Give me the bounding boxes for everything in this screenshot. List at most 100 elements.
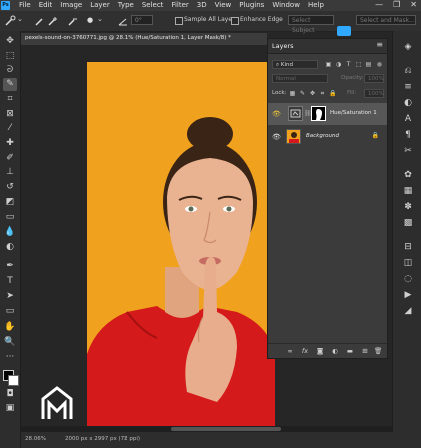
shape-filter-icon[interactable]: ⬚	[355, 61, 362, 68]
rectangle-tool-icon[interactable]: ▭	[3, 305, 17, 318]
fill-field[interactable]: 100%	[364, 89, 384, 98]
kind-filter-dropdown[interactable]: ⌕ Kind	[272, 60, 318, 69]
enhance-edge-checkbox[interactable]	[231, 17, 239, 25]
trash-icon[interactable]: 🗑	[374, 347, 382, 355]
adjustment-filter-icon[interactable]: ◑	[335, 61, 342, 68]
mask-icon[interactable]: ◙	[316, 347, 324, 355]
document-image[interactable]	[87, 62, 275, 428]
document-size[interactable]: 2000 px x 2997 px (72 ppi)	[65, 436, 140, 442]
layer-row-hue-saturation[interactable]: 👁 ⛓ Hue/Saturation 1	[268, 103, 387, 125]
actions-dock-icon[interactable]: ▶	[402, 289, 414, 301]
chevron-down-icon[interactable]: ⌄	[17, 15, 23, 23]
eraser-tool-icon[interactable]: ◩	[3, 196, 17, 209]
cloud-toggle-button[interactable]	[337, 26, 351, 36]
folder-icon[interactable]: ▬	[346, 347, 354, 355]
frame-tool-icon[interactable]: ⊠	[3, 108, 17, 121]
adjustments-dock-icon[interactable]: ◐	[402, 97, 414, 109]
menu-select[interactable]: Select	[142, 1, 164, 9]
layer-row-background[interactable]: 👁 Background 🔒	[268, 126, 387, 148]
menu-window[interactable]: Window	[272, 1, 300, 9]
channels-dock-icon[interactable]: ◫	[402, 257, 414, 269]
lock-image-icon[interactable]: ✎	[299, 90, 306, 97]
lock-all-icon[interactable]: 🔒	[329, 90, 336, 97]
menu-filter[interactable]: Filter	[171, 1, 188, 9]
screen-mode-icon[interactable]: ▣	[3, 402, 17, 415]
crop-tool-icon[interactable]: ⌗	[3, 93, 17, 106]
opacity-field[interactable]: 100%	[364, 74, 384, 83]
layer-name[interactable]: Hue/Saturation 1	[330, 110, 377, 116]
info-dock-icon[interactable]: ◢	[402, 305, 414, 317]
close-button[interactable]: ✕	[410, 0, 417, 9]
visibility-eye-icon[interactable]: 👁	[272, 133, 281, 141]
quick-selection-tool-icon[interactable]: ✎	[3, 78, 17, 91]
minimize-button[interactable]: —	[375, 0, 383, 9]
brush-size-icon[interactable]: ●	[87, 16, 93, 24]
libraries-dock-icon[interactable]: ⊟	[402, 241, 414, 253]
path-selection-tool-icon[interactable]: ➤	[3, 290, 17, 303]
glyphs-dock-icon[interactable]: ✂	[402, 145, 414, 157]
menu-file[interactable]: File	[19, 1, 31, 9]
marquee-tool-icon[interactable]: ⬚	[3, 50, 17, 63]
move-tool-icon[interactable]: ✥	[3, 35, 17, 48]
layer-name[interactable]: Background	[306, 133, 339, 139]
fx-icon[interactable]: fx	[301, 347, 309, 355]
blur-tool-icon[interactable]: 💧	[3, 226, 17, 239]
history-dock-icon[interactable]: ⎌	[402, 65, 414, 77]
properties-dock-icon[interactable]: ≡	[402, 81, 414, 93]
menu-3d[interactable]: 3D	[197, 1, 207, 9]
add-selection-brush-icon[interactable]	[47, 15, 59, 27]
layers-panel-title[interactable]: Layers	[272, 42, 294, 50]
more-tools-icon[interactable]: ···	[3, 351, 17, 364]
link-icon[interactable]: ∞	[286, 347, 294, 355]
type-tool-icon[interactable]: T	[3, 275, 17, 288]
clone-stamp-tool-icon[interactable]: ⊥	[3, 166, 17, 179]
zoom-level[interactable]: 28.06%	[25, 436, 46, 442]
brush-chevron-icon[interactable]: ⌄	[97, 15, 103, 23]
menu-image[interactable]: Image	[60, 1, 82, 9]
select-subject-button[interactable]: Select Subject	[288, 15, 334, 34]
history-brush-tool-icon[interactable]: ↺	[3, 181, 17, 194]
hand-tool-icon[interactable]: ✋	[3, 321, 17, 334]
healing-brush-tool-icon[interactable]: ✚	[3, 137, 17, 150]
status-arrow-icon[interactable]: ›	[124, 435, 126, 441]
angle-field[interactable]: 0°	[131, 15, 153, 25]
zoom-tool-icon[interactable]: 🔍	[3, 336, 17, 349]
background-color-swatch[interactable]	[8, 375, 19, 386]
panel-menu-icon[interactable]: ≡	[376, 40, 383, 49]
scrollbar-thumb[interactable]	[171, 427, 281, 431]
menu-edit[interactable]: Edit	[39, 1, 53, 9]
gradient-tool-icon[interactable]: ▭	[3, 211, 17, 224]
new-selection-brush-icon[interactable]	[34, 15, 46, 27]
pen-tool-icon[interactable]: ✒	[3, 260, 17, 273]
new-layer-icon[interactable]: ⊞	[361, 347, 369, 355]
swatches-dock-icon[interactable]: ▦	[402, 185, 414, 197]
select-and-mask-button[interactable]: Select and Mask...	[356, 15, 416, 25]
layers-dock-icon[interactable]: ◈	[402, 41, 414, 53]
quick-selection-icon[interactable]	[4, 15, 16, 27]
menu-layer[interactable]: Layer	[90, 1, 110, 9]
type-filter-icon[interactable]: T	[345, 61, 352, 68]
menu-view[interactable]: View	[215, 1, 232, 9]
eyedropper-tool-icon[interactable]: ⁄	[3, 122, 17, 135]
dodge-tool-icon[interactable]: ◐	[3, 241, 17, 254]
lasso-tool-icon[interactable]: ᘐ	[3, 64, 17, 77]
paragraph-dock-icon[interactable]: ¶	[402, 129, 414, 141]
brush-tool-icon[interactable]: ✐	[3, 152, 17, 165]
lock-transparent-icon[interactable]: ▦	[289, 90, 296, 97]
restore-button[interactable]: ❐	[393, 0, 400, 9]
filter-toggle-icon[interactable]: ●	[376, 61, 383, 68]
menu-type[interactable]: Type	[118, 1, 134, 9]
adjustment-icon[interactable]: ◐	[331, 347, 339, 355]
quick-mask-icon[interactable]: ◘	[3, 388, 17, 401]
gradients-dock-icon[interactable]: ✽	[402, 201, 414, 213]
smart-object-filter-icon[interactable]: ▤	[365, 61, 372, 68]
color-dock-icon[interactable]: ✿	[402, 169, 414, 181]
character-dock-icon[interactable]: A	[402, 113, 414, 125]
blend-mode-dropdown[interactable]: Normal	[272, 74, 328, 83]
lock-artboard-icon[interactable]: ⌗	[319, 90, 326, 97]
menu-help[interactable]: Help	[308, 1, 324, 9]
patterns-dock-icon[interactable]: ▩	[402, 217, 414, 229]
menu-plugins[interactable]: Plugins	[239, 1, 264, 9]
lock-position-icon[interactable]: ✥	[309, 90, 316, 97]
sample-all-layers-checkbox[interactable]	[175, 17, 183, 25]
